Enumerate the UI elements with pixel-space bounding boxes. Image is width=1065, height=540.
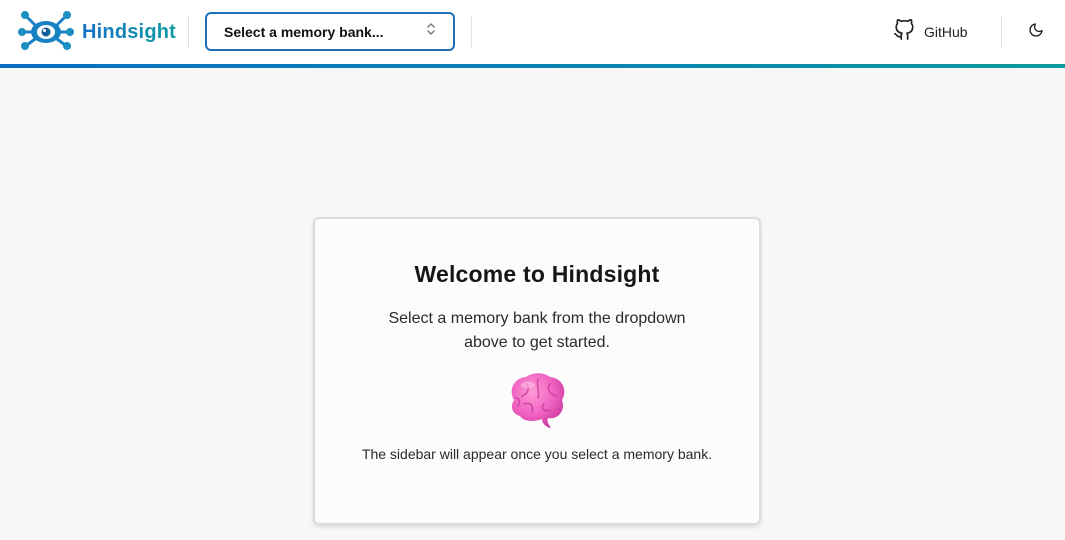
chevron-up-down-icon: [425, 22, 437, 41]
welcome-note: The sidebar will appear once you select …: [361, 446, 713, 462]
moon-icon: [1028, 22, 1044, 43]
app-name: Hindsight: [82, 20, 177, 43]
hindsight-logo-icon: [18, 10, 74, 55]
github-icon: [893, 18, 915, 46]
brain-icon: [504, 370, 570, 430]
app-logo[interactable]: Hindsight: [18, 10, 177, 55]
memory-bank-select[interactable]: Select a memory bank...: [205, 12, 455, 51]
welcome-card: Welcome to Hindsight Select a memory ban…: [313, 217, 761, 525]
theme-toggle-button[interactable]: [1025, 20, 1047, 44]
github-link[interactable]: GitHub: [893, 18, 968, 46]
github-label: GitHub: [924, 24, 968, 40]
welcome-title: Welcome to Hindsight: [414, 261, 660, 287]
welcome-subtitle: Select a memory bank from the dropdown a…: [388, 310, 686, 351]
divider: [471, 16, 472, 48]
header-accent-bar: [0, 64, 1065, 68]
memory-bank-select-label: Select a memory bank...: [224, 23, 384, 40]
divider: [188, 16, 189, 48]
top-nav-bar: Hindsight Select a memory bank... GitHub: [0, 0, 1065, 64]
divider: [1001, 16, 1002, 48]
